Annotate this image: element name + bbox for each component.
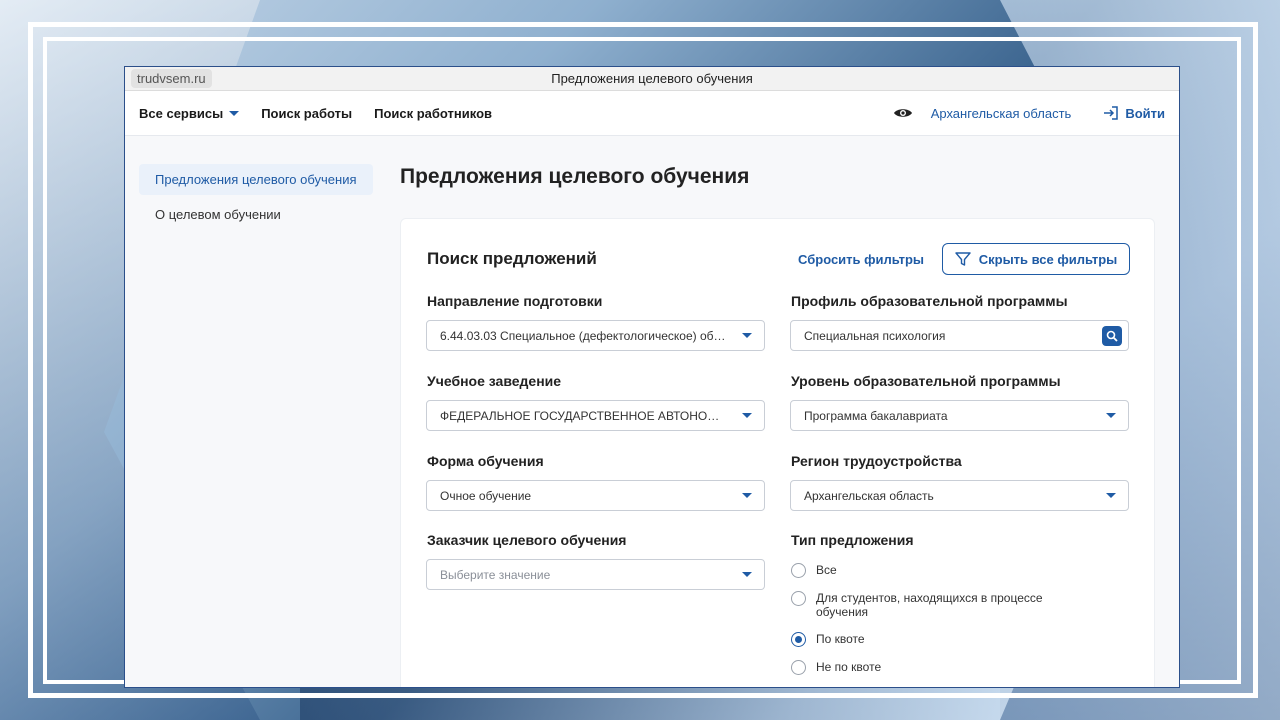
customer-label: Заказчик целевого обучения — [427, 532, 627, 548]
page-content: Предложения целевого обучения О целевом … — [125, 136, 1179, 687]
login-label: Войти — [1125, 105, 1165, 121]
region-value: Архангельская область — [804, 488, 934, 503]
nav-job-search[interactable]: Поиск работы — [261, 106, 352, 121]
browser-window: trudvsem.ru Предложения целевого обучени… — [124, 66, 1180, 688]
chevron-down-icon — [742, 413, 752, 418]
region-label: Регион трудоустройства — [791, 453, 962, 469]
institution-select[interactable]: ФЕДЕРАЛЬНОЕ ГОСУДАРСТВЕННОЕ АВТОНОМНОЕ — [426, 400, 765, 431]
page-title: Предложения целевого обучения — [400, 165, 750, 188]
chevron-down-icon — [1106, 493, 1116, 498]
radio-option-all[interactable]: Все — [791, 563, 1086, 578]
radio-button[interactable] — [791, 660, 806, 675]
direction-value: 6.44.03.03 Специальное (дефектологическо… — [440, 328, 728, 343]
radio-label: Не по квоте — [816, 660, 882, 674]
nav-all-services-label: Все сервисы — [139, 105, 224, 121]
login-button[interactable]: Войти — [1103, 106, 1165, 121]
level-value: Программа бакалавриата — [804, 408, 948, 423]
institution-value: ФЕДЕРАЛЬНОЕ ГОСУДАРСТВЕННОЕ АВТОНОМНОЕ — [440, 408, 728, 423]
chevron-down-icon — [742, 493, 752, 498]
radio-option-no-quota[interactable]: Не по квоте — [791, 660, 1086, 675]
institution-label: Учебное заведение — [427, 373, 562, 389]
chevron-down-icon — [229, 110, 240, 116]
radio-button[interactable] — [791, 591, 806, 606]
nav-all-services[interactable]: Все сервисы — [139, 105, 240, 121]
offer-type-label: Тип предложения — [791, 532, 914, 548]
radio-label: По квоте — [816, 632, 865, 646]
hide-filters-label: Скрыть все фильтры — [978, 251, 1118, 267]
browser-titlebar: trudvsem.ru Предложения целевого обучени… — [125, 67, 1179, 91]
radio-button-checked[interactable] — [791, 632, 806, 647]
customer-select[interactable]: Выберите значение — [426, 559, 765, 590]
filter-card-title: Поиск предложений — [427, 249, 597, 268]
direction-select[interactable]: 6.44.03.03 Специальное (дефектологическо… — [426, 320, 765, 351]
profile-label: Профиль образовательной программы — [791, 293, 1068, 309]
nav-employee-search[interactable]: Поиск работников — [374, 106, 492, 121]
hide-filters-button[interactable]: Скрыть все фильтры — [942, 243, 1130, 275]
radio-button[interactable] — [791, 563, 806, 578]
radio-label: Все — [816, 563, 837, 577]
profile-input[interactable]: Специальная психология — [790, 320, 1129, 351]
region-selector[interactable]: Архангельская область — [931, 106, 1072, 121]
direction-label: Направление подготовки — [427, 293, 603, 309]
filter-icon — [955, 252, 971, 266]
sidebar-item-offers[interactable]: Предложения целевого обучения — [139, 164, 373, 195]
chevron-down-icon — [742, 572, 752, 577]
radio-label: Для студентов, находящихся в процессе об… — [816, 591, 1043, 619]
profile-value: Специальная психология — [804, 328, 946, 343]
filter-card: Поиск предложений Сбросить фильтры Скрыт… — [400, 218, 1155, 687]
login-icon — [1104, 106, 1119, 120]
eye-icon[interactable] — [893, 107, 913, 119]
level-label: Уровень образовательной программы — [791, 373, 1061, 389]
chevron-down-icon — [1106, 413, 1116, 418]
window-title: Предложения целевого обучения — [551, 71, 753, 86]
sidebar-item-about[interactable]: О целевом обучении — [139, 199, 373, 230]
sidebar: Предложения целевого обучения О целевом … — [139, 164, 373, 230]
top-nav: Все сервисы Поиск работы Поиск работнико… — [125, 91, 1179, 136]
customer-placeholder: Выберите значение — [440, 567, 551, 582]
chevron-down-icon — [742, 333, 752, 338]
region-select[interactable]: Архангельская область — [790, 480, 1129, 511]
radio-option-quota[interactable]: По квоте — [791, 632, 1086, 647]
search-icon[interactable] — [1102, 326, 1122, 346]
reset-filters-link[interactable]: Сбросить фильтры — [798, 252, 924, 267]
level-select[interactable]: Программа бакалавриата — [790, 400, 1129, 431]
form-select[interactable]: Очное обучение — [426, 480, 765, 511]
radio-option-students[interactable]: Для студентов, находящихся в процессе об… — [791, 591, 1086, 619]
form-label: Форма обучения — [427, 453, 544, 469]
form-value: Очное обучение — [440, 488, 532, 503]
